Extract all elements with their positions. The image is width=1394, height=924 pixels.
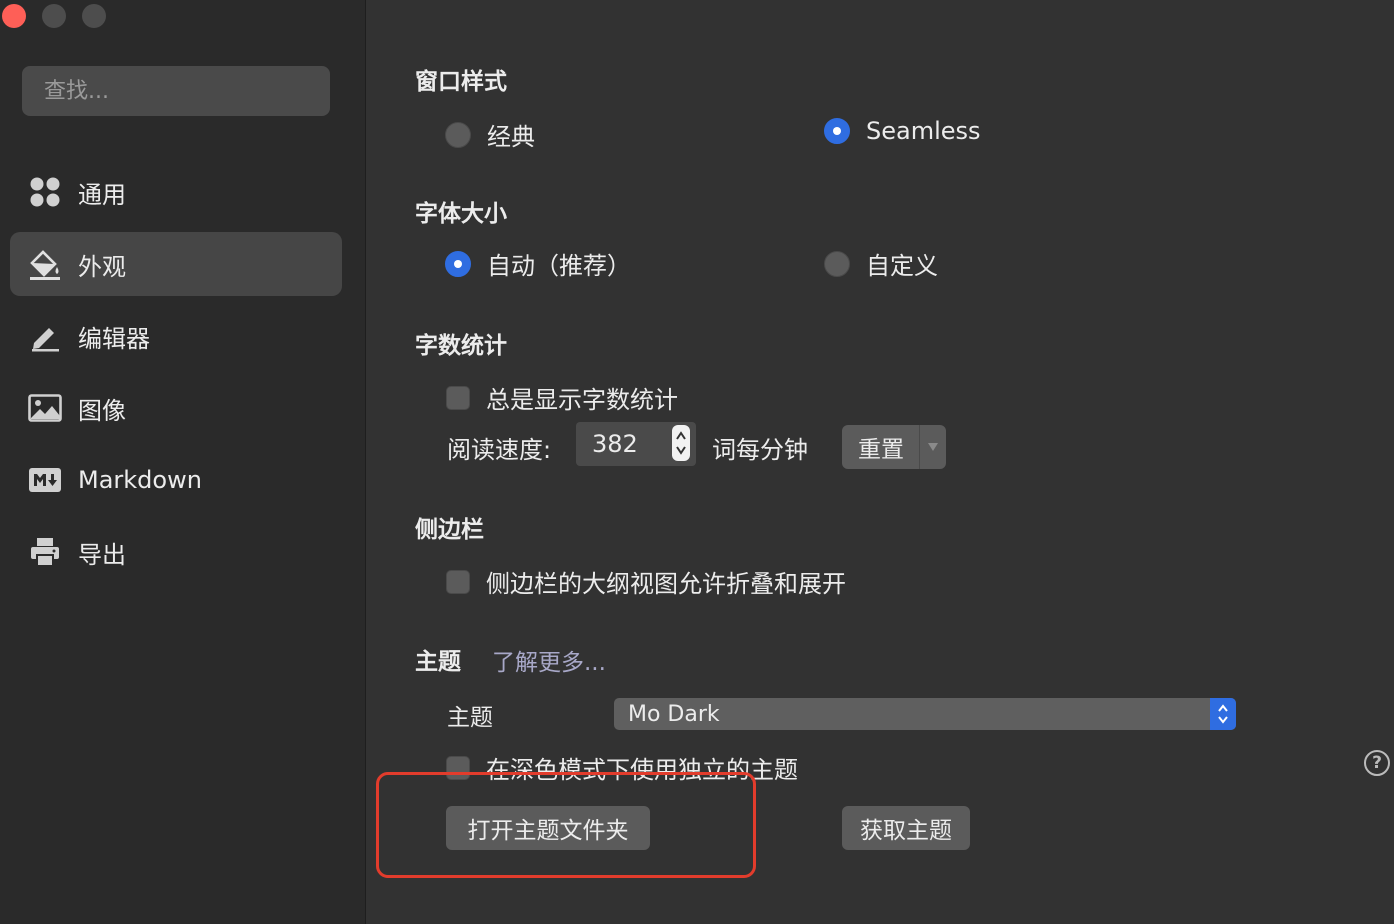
radio-button[interactable]: [824, 250, 850, 277]
window-close-button[interactable]: [2, 4, 26, 28]
sidebar-item-export[interactable]: 导出: [10, 520, 342, 584]
window-zoom-button[interactable]: [82, 4, 106, 28]
reading-speed-input[interactable]: [576, 429, 674, 459]
sidebar-item-image[interactable]: 图像: [10, 376, 342, 440]
pencil-icon: [28, 319, 62, 353]
reading-speed-stepper[interactable]: [576, 422, 696, 466]
checkbox-label: 侧边栏的大纲视图允许折叠和展开: [486, 570, 846, 598]
learn-more-link[interactable]: 了解更多...: [492, 643, 606, 677]
theme-title: 主题: [415, 649, 461, 675]
help-icon[interactable]: ?: [1364, 750, 1390, 776]
sidebar-item-markdown[interactable]: Markdown: [10, 448, 342, 512]
sidebar-item-label: 编辑器: [78, 324, 150, 353]
printer-icon: [28, 535, 62, 569]
get-themes-button[interactable]: 获取主题: [842, 806, 970, 850]
button-label: 重置: [858, 437, 904, 463]
theme-select[interactable]: Mo Dark: [614, 698, 1236, 730]
settings-panel: 窗口样式 经典 Seamless 字体大小 自动（推荐） 自定义 字数统计 总是…: [366, 0, 1394, 924]
sidebar-item-label: 图像: [78, 396, 126, 425]
sidebar: 通用 外观 编辑器 图像: [0, 0, 366, 924]
font-size-title: 字体大小: [415, 201, 507, 227]
words-per-minute-label: 词每分钟: [712, 436, 808, 464]
sidebar-item-editor[interactable]: 编辑器: [10, 304, 342, 368]
theme-select-label: 主题: [447, 705, 493, 731]
sidebar-item-label: 导出: [78, 540, 126, 569]
sidebar-item-label: 通用: [78, 180, 126, 209]
select-arrows-icon: [1210, 698, 1236, 730]
sidebar-item-label: 外观: [78, 252, 126, 281]
sidebar-section-title: 侧边栏: [415, 517, 484, 543]
grid-icon: [28, 175, 62, 209]
open-theme-folder-button[interactable]: 打开主题文件夹: [446, 806, 650, 850]
option-label: Seamless: [866, 117, 981, 145]
option-label: 自定义: [866, 252, 938, 280]
reset-dropdown-button[interactable]: 重置: [842, 425, 946, 469]
checkbox[interactable]: [446, 385, 470, 410]
reading-speed-label: 阅读速度:: [447, 436, 552, 464]
outline-collapse-checkbox[interactable]: 侧边栏的大纲视图允许折叠和展开: [446, 564, 846, 599]
chevron-down-icon: [919, 425, 946, 469]
option-label: 自动（推荐）: [487, 252, 631, 280]
window-style-classic-option[interactable]: 经典: [445, 117, 535, 152]
font-size-custom-option[interactable]: 自定义: [824, 246, 938, 281]
window-style-title: 窗口样式: [415, 69, 507, 95]
markdown-icon: [28, 463, 62, 497]
search-box[interactable]: [22, 66, 330, 116]
sidebar-item-appearance[interactable]: 外观: [10, 232, 342, 296]
stepper-arrows-icon[interactable]: [672, 425, 690, 461]
word-count-title: 字数统计: [415, 333, 507, 359]
window-minimize-button[interactable]: [42, 4, 66, 28]
image-icon: [28, 391, 62, 425]
window-style-seamless-option[interactable]: Seamless: [824, 117, 981, 145]
selected-theme-value: Mo Dark: [628, 701, 720, 727]
radio-button[interactable]: [445, 250, 471, 277]
option-label: 经典: [487, 123, 535, 151]
radio-button[interactable]: [445, 121, 471, 148]
checkbox-label: 总是显示字数统计: [486, 386, 678, 414]
font-size-auto-option[interactable]: 自动（推荐）: [445, 246, 631, 281]
search-input[interactable]: [42, 77, 310, 105]
paint-bucket-icon: [28, 247, 62, 281]
checkbox[interactable]: [446, 569, 470, 594]
radio-button[interactable]: [824, 118, 850, 144]
sidebar-item-label: Markdown: [78, 466, 202, 494]
always-show-word-count-checkbox[interactable]: 总是显示字数统计: [446, 380, 678, 415]
sidebar-item-general[interactable]: 通用: [10, 160, 342, 224]
